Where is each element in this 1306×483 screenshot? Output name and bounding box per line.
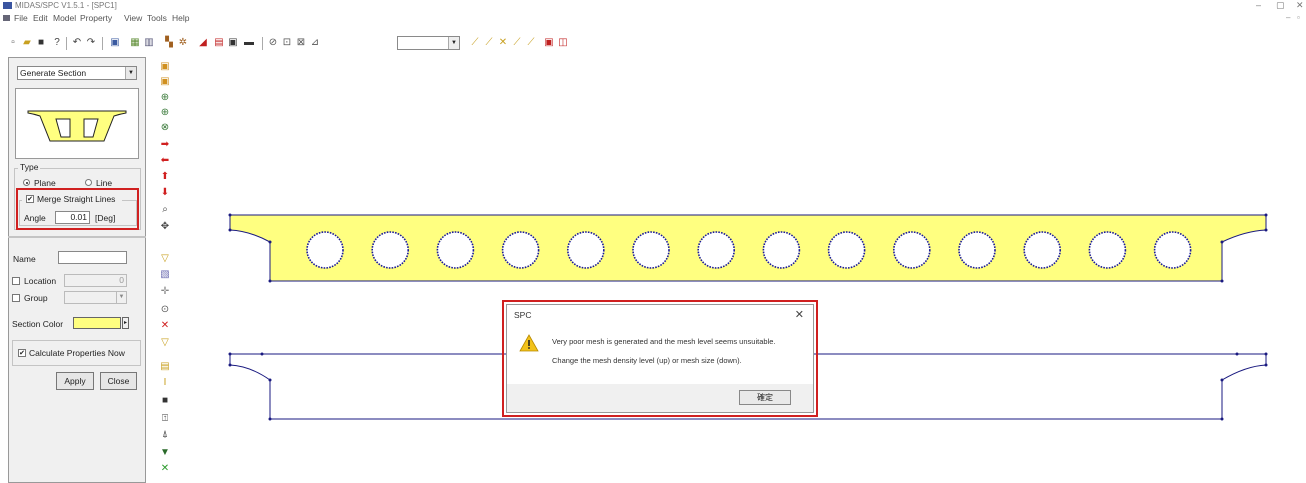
warning-dialog: SPC ✕ Very poor mesh is generated and th… <box>506 304 814 413</box>
dialog-message-line1: Very poor mesh is generated and the mesh… <box>552 337 776 346</box>
void-hole <box>1023 231 1061 269</box>
void-hole <box>762 231 801 269</box>
dialog-message-line2: Change the mesh density level (up) or me… <box>552 356 742 365</box>
dialog-title: SPC <box>514 310 532 320</box>
void-hole <box>958 231 996 269</box>
dialog-footer: 確定 <box>507 384 813 412</box>
void-hole <box>632 231 670 269</box>
void-hole <box>697 231 736 269</box>
void-hole <box>306 231 344 269</box>
void-hole <box>501 231 540 269</box>
void-hole <box>1153 231 1192 269</box>
void-hole <box>566 231 605 269</box>
dialog-close-button[interactable]: ✕ <box>795 308 804 321</box>
void-hole <box>371 231 410 269</box>
void-hole <box>892 231 931 269</box>
warning-icon <box>519 334 539 352</box>
ok-button[interactable]: 確定 <box>739 390 791 405</box>
void-hole <box>436 231 475 269</box>
void-hole <box>827 231 866 269</box>
void-hole <box>1088 231 1127 269</box>
